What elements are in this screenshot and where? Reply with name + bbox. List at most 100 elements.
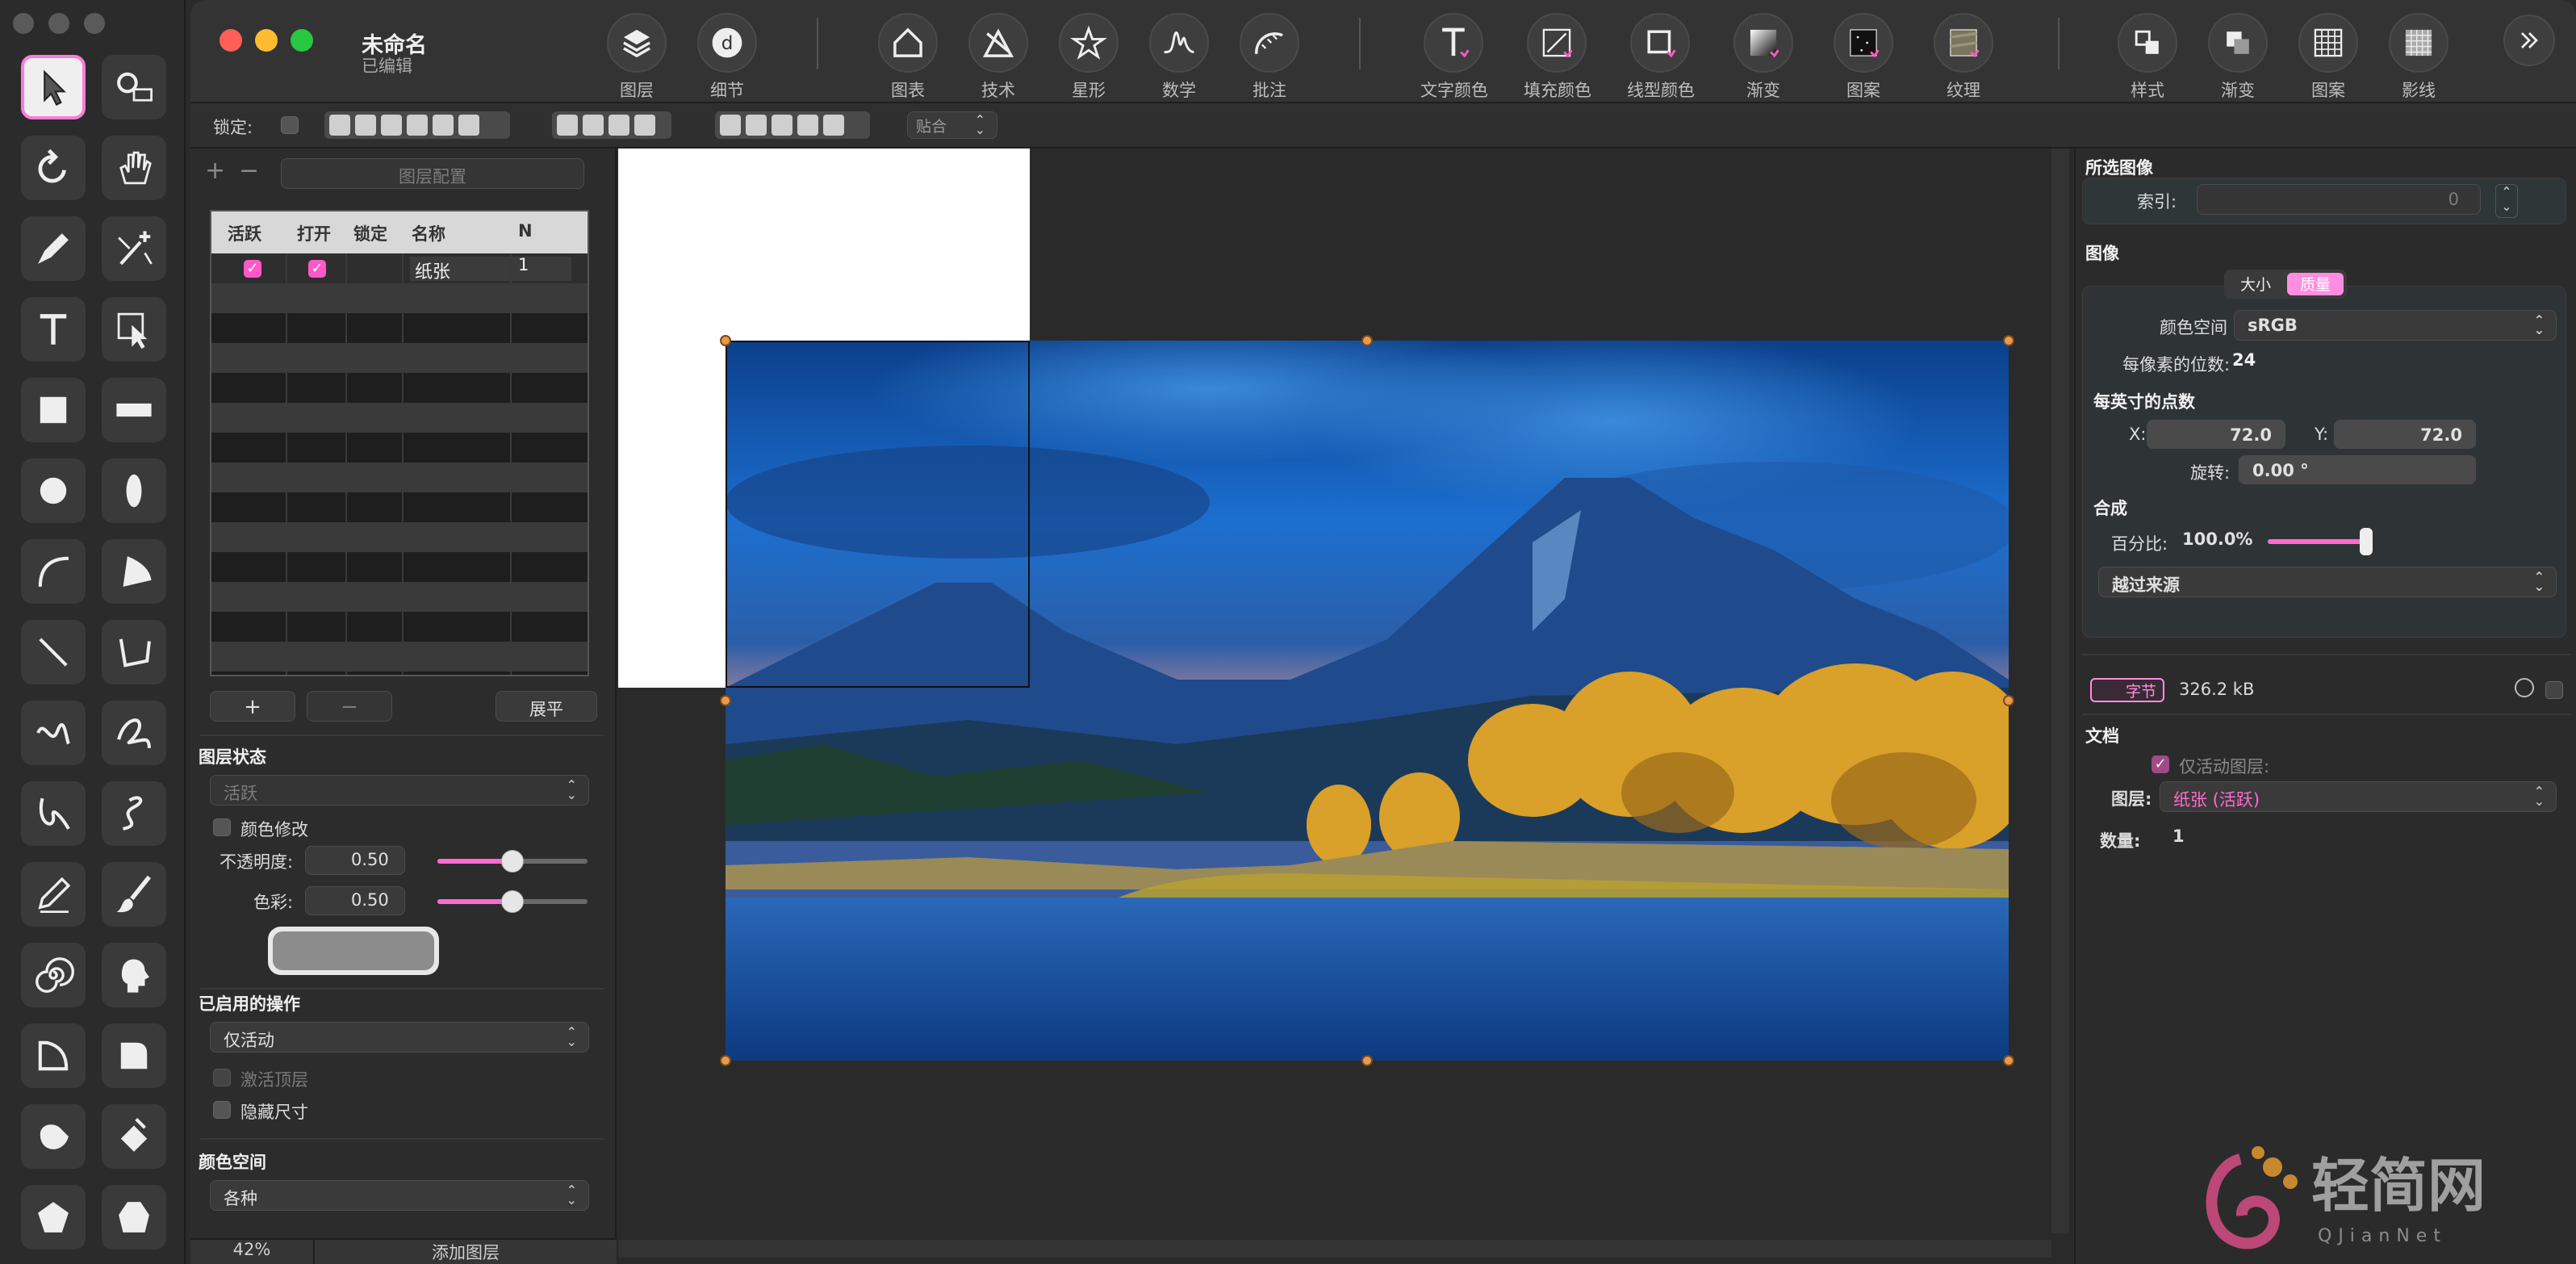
align-segment[interactable] xyxy=(715,111,870,139)
opacity-field[interactable]: 0.50 xyxy=(305,846,405,875)
row-name[interactable]: 纸张 xyxy=(415,257,450,283)
resize-handle-top[interactable] xyxy=(1361,335,1373,346)
brush-tool[interactable] xyxy=(102,862,166,927)
column-active[interactable]: 活跃 xyxy=(228,221,261,245)
square-tool[interactable] xyxy=(21,378,86,442)
toolbar-star-button[interactable]: 星形 xyxy=(1056,13,1122,102)
colorspace-select[interactable]: sRGB ⌃ ⌄ xyxy=(2234,310,2557,341)
lock-checkbox[interactable] xyxy=(281,116,299,134)
line-tool[interactable] xyxy=(21,620,86,684)
row-open-checkbox[interactable]: ✓ xyxy=(308,260,326,278)
minimize-window-button[interactable] xyxy=(255,29,278,52)
zoom-level[interactable]: 42% xyxy=(190,1240,315,1264)
spiral-tool[interactable] xyxy=(21,943,86,1007)
resize-handle-bottom-left[interactable] xyxy=(720,1055,731,1066)
rectangle-tool[interactable] xyxy=(102,378,166,442)
fit-select[interactable]: 贴合 ⌃ ⌄ xyxy=(907,111,997,139)
percent-slider-knob[interactable] xyxy=(2360,528,2373,555)
hand-tool[interactable] xyxy=(102,136,166,200)
toolbar-pattern-button[interactable]: 图案 xyxy=(1830,13,1896,102)
pie-tool[interactable] xyxy=(102,539,166,604)
enabled-ops-select[interactable]: 仅活动 ⌃ ⌄ xyxy=(210,1022,589,1053)
arc-tool[interactable] xyxy=(21,539,86,604)
x-field[interactable]: 72.0 xyxy=(2147,420,2285,449)
resize-handle-top-right[interactable] xyxy=(2003,335,2014,346)
toolbar-style-button[interactable]: 样式 xyxy=(2114,13,2181,102)
tab-size[interactable]: 大小 xyxy=(2227,273,2284,295)
blend-select[interactable]: 越过来源 ⌃ ⌄ xyxy=(2098,567,2557,597)
circle-tool[interactable] xyxy=(21,458,86,523)
hue-slider-knob[interactable] xyxy=(501,890,524,913)
toolbar-gradient-button[interactable]: 渐变 xyxy=(1730,13,1796,102)
row-active-checkbox[interactable]: ✓ xyxy=(244,260,261,278)
blob-tool[interactable] xyxy=(21,1104,86,1169)
layer-state-select[interactable]: 活跃 ⌃ ⌄ xyxy=(210,775,589,806)
percent-field[interactable]: 100.0% xyxy=(2177,526,2266,555)
bezier-tool[interactable] xyxy=(21,781,86,846)
zoom-window-button[interactable] xyxy=(291,29,313,52)
pentagon-tool[interactable] xyxy=(21,1185,86,1249)
pen-tool[interactable] xyxy=(21,216,86,281)
resize-handle-bottom[interactable] xyxy=(1361,1055,1373,1066)
resize-handle-right[interactable] xyxy=(2003,695,2014,706)
colorspace-select[interactable]: 各种 ⌃ ⌄ xyxy=(210,1180,589,1211)
toolbar-line-color-button[interactable]: 线型颜色 xyxy=(1627,13,1695,102)
layer-config-button[interactable]: 图层配置 xyxy=(281,158,584,189)
rotate-tool[interactable] xyxy=(21,136,86,200)
select-area-tool[interactable] xyxy=(102,297,166,362)
rotation-field[interactable]: 0.00 ° xyxy=(2239,455,2476,484)
activate-top-checkbox[interactable] xyxy=(213,1069,231,1086)
toolbar-detail-button[interactable]: d 细节 xyxy=(694,13,760,102)
rounded-square-tool[interactable] xyxy=(102,1023,166,1088)
add-layer-row-button[interactable]: + xyxy=(210,691,295,722)
toolbar-fill-color-button[interactable]: 填充颜色 xyxy=(1524,13,1591,102)
remove-layer-config-icon[interactable]: − xyxy=(239,157,259,185)
column-locked[interactable]: 锁定 xyxy=(353,221,387,245)
arrange-segment[interactable] xyxy=(552,111,671,139)
table-row[interactable]: ✓ ✓ 纸张 1 xyxy=(211,253,588,283)
remove-layer-row-button[interactable]: − xyxy=(307,691,392,722)
close-window-button[interactable] xyxy=(220,29,242,52)
resize-handle-top-left[interactable] xyxy=(720,335,731,346)
toolbar-layers-button[interactable]: 图层 xyxy=(604,13,670,102)
add-layer-button[interactable]: 添加图层 xyxy=(315,1240,617,1264)
edit-mode-segment[interactable] xyxy=(324,111,510,139)
toolbar-overflow-button[interactable] xyxy=(2503,15,2555,66)
text-tool[interactable] xyxy=(21,297,86,362)
toolbar-tech-button[interactable]: 技术 xyxy=(965,13,1031,102)
horizontal-scrollbar[interactable] xyxy=(618,1240,2051,1258)
y-field[interactable]: 72.0 xyxy=(2334,420,2476,449)
spline-tool[interactable] xyxy=(102,781,166,846)
freehand-curve-tool[interactable] xyxy=(102,701,166,765)
color-well[interactable] xyxy=(268,927,439,975)
hue-field[interactable]: 0.50 xyxy=(305,886,405,915)
toolbar-chart-button[interactable]: 图表 xyxy=(875,13,941,102)
resize-handle-left[interactable] xyxy=(720,695,731,706)
color-modify-checkbox[interactable] xyxy=(213,818,231,836)
hide-size-checkbox[interactable] xyxy=(213,1101,231,1119)
vertical-scrollbar[interactable] xyxy=(2051,149,2069,1233)
tab-quality[interactable]: 质量 xyxy=(2287,273,2344,295)
curve-tool[interactable] xyxy=(21,701,86,765)
refresh-icon[interactable] xyxy=(2515,678,2534,697)
toolbar-gradient-style-button[interactable]: 渐变 xyxy=(2205,13,2271,102)
opacity-slider-knob[interactable] xyxy=(501,850,524,873)
toolbar-math-button[interactable]: 数学 xyxy=(1146,13,1212,102)
bucket-tool[interactable] xyxy=(102,1104,166,1169)
toolbar-pattern-style-button[interactable]: 图案 xyxy=(2295,13,2361,102)
add-point-tool[interactable] xyxy=(102,216,166,281)
only-active-checkbox[interactable]: ✓ xyxy=(2152,755,2169,773)
index-field[interactable]: 0 xyxy=(2197,184,2481,215)
column-name[interactable]: 名称 xyxy=(412,221,445,245)
add-layer-config-icon[interactable]: + xyxy=(205,157,225,185)
polygon-tool[interactable] xyxy=(102,1185,166,1249)
column-n[interactable]: N xyxy=(518,221,533,241)
toolbar-texture-button[interactable]: 纹理 xyxy=(1930,13,1997,102)
arrow-select-tool[interactable] xyxy=(21,55,86,119)
bytes-checkbox[interactable] xyxy=(2545,681,2563,699)
ellipse-tool[interactable] xyxy=(102,458,166,523)
pencil-tool[interactable] xyxy=(21,862,86,927)
toolbar-hatch-button[interactable]: 影线 xyxy=(2386,13,2452,102)
camera-tool[interactable] xyxy=(102,55,166,119)
layer-select[interactable]: 纸张 (活跃) ⌃ ⌄ xyxy=(2160,781,2557,812)
